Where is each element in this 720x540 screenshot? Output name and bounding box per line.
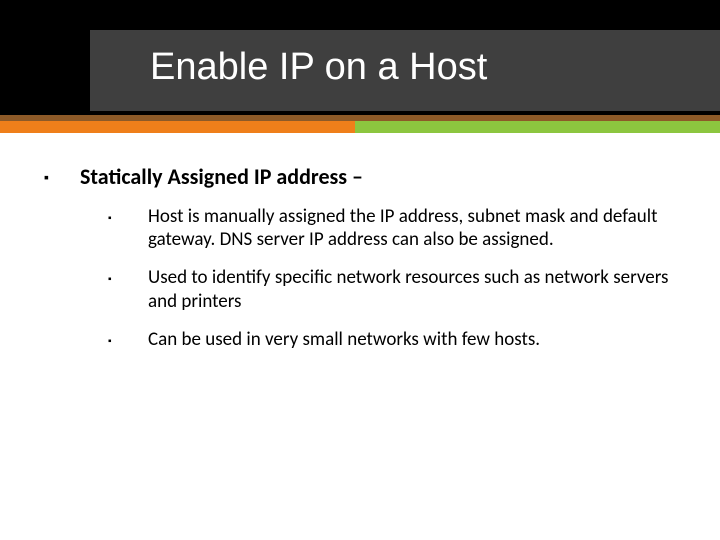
- header-title-row: Enable IP on a Host: [0, 30, 720, 111]
- bar-green: [355, 121, 720, 133]
- bullet-icon: ▪: [108, 328, 148, 347]
- sub-list: ▪ Host is manually assigned the IP addre…: [108, 205, 684, 352]
- body-text: Used to identify specific network resour…: [148, 266, 684, 314]
- bullet-icon: ▪: [44, 163, 80, 186]
- bar-orange: [0, 121, 355, 133]
- bullet-icon: ▪: [108, 205, 148, 224]
- heading-text: Statically Assigned IP address –: [80, 163, 363, 191]
- list-item: ▪ Host is manually assigned the IP addre…: [108, 205, 684, 253]
- list-item: ▪ Can be used in very small networks wit…: [108, 328, 684, 352]
- header-black-strip: [0, 0, 720, 30]
- slide-title: Enable IP on a Host: [90, 30, 720, 111]
- bullet-icon: ▪: [108, 266, 148, 285]
- list-item: ▪ Statically Assigned IP address –: [44, 163, 684, 191]
- list-item: ▪ Used to identify specific network reso…: [108, 266, 684, 314]
- slide-header: Enable IP on a Host: [0, 0, 720, 133]
- body-text: Can be used in very small networks with …: [148, 328, 540, 352]
- slide: Enable IP on a Host ▪ Statically Assigne…: [0, 0, 720, 540]
- header-color-bar: [0, 121, 720, 133]
- header-title-left-block: [0, 30, 90, 111]
- slide-content: ▪ Statically Assigned IP address – ▪ Hos…: [0, 133, 720, 351]
- body-text: Host is manually assigned the IP address…: [148, 205, 684, 253]
